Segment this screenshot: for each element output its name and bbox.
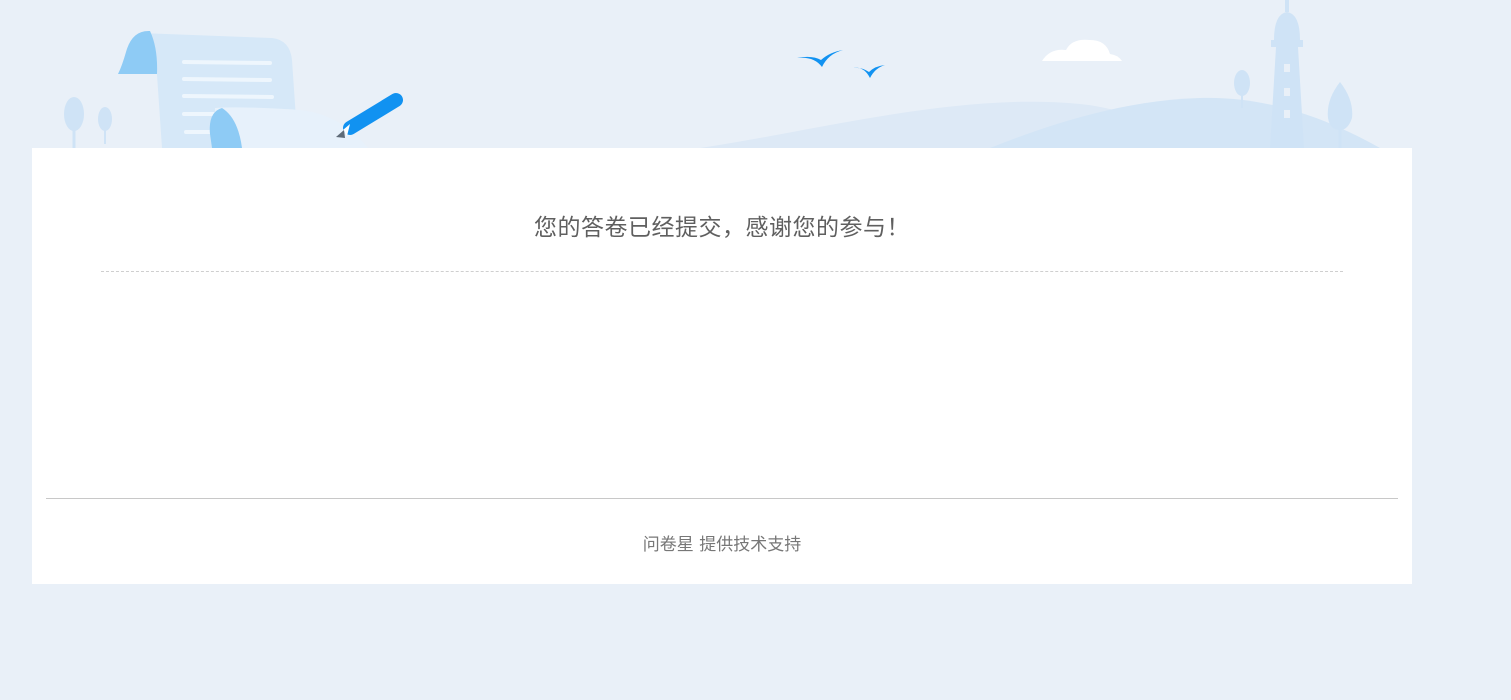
lighthouse-icon	[1270, 0, 1304, 148]
brand-link[interactable]: 问卷星	[643, 535, 694, 555]
header-illustration	[64, 0, 1380, 148]
submission-card: 您的答卷已经提交，感谢您的参与！ 问卷星 提供技术支持	[32, 148, 1412, 584]
bird-icon	[797, 50, 885, 78]
page: 您的答卷已经提交，感谢您的参与！ 问卷星 提供技术支持	[0, 0, 1511, 700]
footer-divider	[46, 498, 1398, 499]
scroll-document-icon	[118, 30, 368, 148]
support-text: 提供技术支持	[699, 535, 802, 555]
tree-icon	[64, 97, 112, 148]
footer: 问卷星 提供技术支持	[32, 530, 1412, 555]
dashed-divider	[101, 271, 1343, 272]
pen-icon	[336, 93, 403, 138]
cloud-icon	[1042, 39, 1122, 61]
thanks-message: 您的答卷已经提交，感谢您的参与！	[534, 215, 910, 241]
